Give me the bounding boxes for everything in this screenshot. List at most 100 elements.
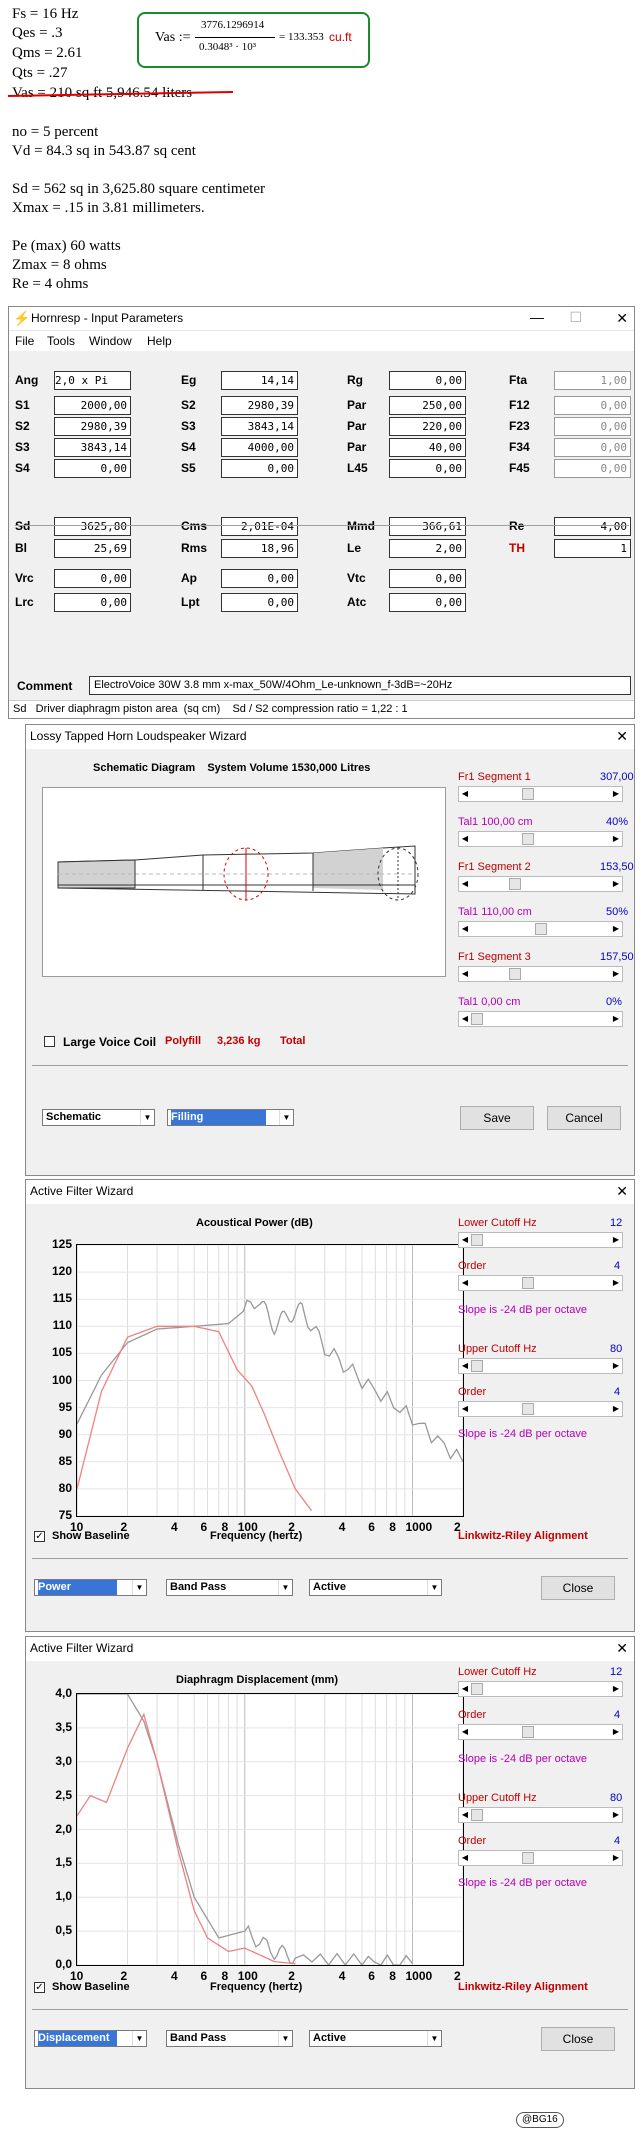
- param-field-atc[interactable]: 0,00: [389, 593, 466, 612]
- menu-file[interactable]: File: [15, 334, 34, 348]
- param-field-f34[interactable]: 0,00: [554, 438, 631, 457]
- param-field-l45[interactable]: 0,00: [389, 459, 466, 478]
- param-field-cms[interactable]: 2,01E-04: [221, 517, 298, 536]
- order-slider[interactable]: ◀ ▶: [458, 1401, 623, 1417]
- scroll-right-icon[interactable]: ▶: [610, 832, 622, 846]
- param-field-par[interactable]: 220,00: [389, 417, 466, 436]
- segment-slider[interactable]: ◀ ▶: [458, 786, 623, 802]
- band-select[interactable]: Band Pass ▼: [166, 2030, 293, 2047]
- scroll-thumb[interactable]: [471, 1683, 483, 1695]
- scroll-left-icon[interactable]: ◀: [459, 1276, 471, 1290]
- lower-cutoff-slider[interactable]: ◀ ▶: [458, 1681, 623, 1697]
- upper-cutoff-slider[interactable]: ◀ ▶: [458, 1807, 623, 1823]
- param-field-re[interactable]: 4,00: [554, 517, 631, 536]
- scroll-right-icon[interactable]: ▶: [610, 1808, 622, 1822]
- minimize-icon[interactable]: —: [530, 309, 544, 325]
- param-field-rg[interactable]: 0,00: [389, 371, 466, 390]
- scroll-right-icon[interactable]: ▶: [610, 1682, 622, 1696]
- scroll-right-icon[interactable]: ▶: [610, 877, 622, 891]
- close-button[interactable]: Close: [541, 2027, 615, 2051]
- maximize-icon[interactable]: ☐: [569, 309, 582, 326]
- scroll-thumb[interactable]: [521, 1277, 534, 1289]
- param-field-s4[interactable]: 4000,00: [221, 438, 298, 457]
- scroll-left-icon[interactable]: ◀: [459, 877, 471, 891]
- scroll-right-icon[interactable]: ▶: [610, 1725, 622, 1739]
- scroll-left-icon[interactable]: ◀: [459, 1808, 471, 1822]
- scroll-thumb[interactable]: [521, 1403, 534, 1415]
- scroll-left-icon[interactable]: ◀: [459, 787, 471, 801]
- param-field-lpt[interactable]: 0,00: [221, 593, 298, 612]
- param-field-par[interactable]: 250,00: [389, 396, 466, 415]
- scroll-right-icon[interactable]: ▶: [610, 1359, 622, 1373]
- close-icon[interactable]: ✕: [616, 1640, 628, 1657]
- param-field-rms[interactable]: 18,96: [221, 539, 298, 558]
- order-slider[interactable]: ◀ ▶: [458, 1850, 623, 1866]
- scroll-thumb[interactable]: [509, 878, 522, 890]
- param-field-le[interactable]: 2,00: [389, 539, 466, 558]
- scroll-thumb[interactable]: [521, 1726, 534, 1738]
- param-field-s1[interactable]: 2000,00: [54, 396, 131, 415]
- band-select[interactable]: Band Pass ▼: [166, 1579, 293, 1596]
- scroll-thumb[interactable]: [521, 1852, 534, 1864]
- param-field-s3[interactable]: 3843,14: [221, 417, 298, 436]
- scroll-right-icon[interactable]: ▶: [610, 1233, 622, 1247]
- scroll-left-icon[interactable]: ◀: [459, 1233, 471, 1247]
- scroll-left-icon[interactable]: ◀: [459, 1359, 471, 1373]
- segment-slider[interactable]: ◀ ▶: [458, 876, 623, 892]
- scroll-right-icon[interactable]: ▶: [610, 967, 622, 981]
- param-field-mmd[interactable]: 366,61: [389, 517, 466, 536]
- tal-slider[interactable]: ◀ ▶: [458, 1011, 623, 1027]
- param-field-lrc[interactable]: 0,00: [54, 593, 131, 612]
- close-icon[interactable]: ✕: [616, 1183, 628, 1200]
- param-field-s2[interactable]: 2980,39: [221, 396, 298, 415]
- scroll-right-icon[interactable]: ▶: [610, 787, 622, 801]
- scroll-thumb[interactable]: [534, 923, 547, 935]
- param-field-s5[interactable]: 0,00: [221, 459, 298, 478]
- param-field-f45[interactable]: 0,00: [554, 459, 631, 478]
- param-field-par[interactable]: 40,00: [389, 438, 466, 457]
- param-field-s2[interactable]: 2980,39: [54, 417, 131, 436]
- close-button[interactable]: Close: [541, 1576, 615, 1600]
- cancel-button[interactable]: Cancel: [547, 1106, 621, 1130]
- large-voice-coil-checkbox[interactable]: [44, 1036, 55, 1047]
- scroll-thumb[interactable]: [471, 1234, 483, 1246]
- scroll-left-icon[interactable]: ◀: [459, 922, 471, 936]
- view-select[interactable]: Schematic ▼: [42, 1109, 155, 1126]
- param-field-sd[interactable]: 3625,80: [54, 517, 131, 536]
- param-field-f12[interactable]: 0,00: [554, 396, 631, 415]
- scroll-right-icon[interactable]: ▶: [610, 922, 622, 936]
- param-field-fta[interactable]: 1,00: [554, 371, 631, 390]
- scroll-left-icon[interactable]: ◀: [459, 967, 471, 981]
- active-select[interactable]: Active ▼: [309, 2030, 442, 2047]
- comment-field[interactable]: ElectroVoice 30W 3.8 mm x-max_50W/4Ohm_L…: [89, 676, 631, 695]
- param-field-f23[interactable]: 0,00: [554, 417, 631, 436]
- tal-slider[interactable]: ◀ ▶: [458, 921, 623, 937]
- scroll-thumb[interactable]: [521, 788, 534, 800]
- close-icon[interactable]: ✕: [616, 728, 628, 745]
- scroll-right-icon[interactable]: ▶: [610, 1402, 622, 1416]
- lower-cutoff-slider[interactable]: ◀ ▶: [458, 1232, 623, 1248]
- scroll-left-icon[interactable]: ◀: [459, 1402, 471, 1416]
- param-field-s3[interactable]: 3843,14: [54, 438, 131, 457]
- scroll-right-icon[interactable]: ▶: [610, 1851, 622, 1865]
- scroll-right-icon[interactable]: ▶: [610, 1276, 622, 1290]
- show-baseline-checkbox[interactable]: ✓: [34, 1531, 45, 1542]
- scroll-thumb[interactable]: [509, 968, 522, 980]
- param-field-eg[interactable]: 14,14: [221, 371, 298, 390]
- segment-slider[interactable]: ◀ ▶: [458, 966, 623, 982]
- scroll-thumb[interactable]: [471, 1360, 483, 1372]
- param-field-s4[interactable]: 0,00: [54, 459, 131, 478]
- large-voice-coil-label[interactable]: Large Voice Coil: [63, 1035, 156, 1049]
- scroll-thumb[interactable]: [471, 1013, 483, 1025]
- order-slider[interactable]: ◀ ▶: [458, 1275, 623, 1291]
- show-baseline-checkbox[interactable]: ✓: [34, 1982, 45, 1993]
- fill-select[interactable]: Filling ▼: [167, 1109, 294, 1126]
- scroll-left-icon[interactable]: ◀: [459, 1682, 471, 1696]
- active-select[interactable]: Active ▼: [309, 1579, 442, 1596]
- mode-select[interactable]: Power ▼: [34, 1579, 147, 1596]
- param-field-vtc[interactable]: 0,00: [389, 569, 466, 588]
- scroll-left-icon[interactable]: ◀: [459, 1851, 471, 1865]
- param-field-vrc[interactable]: 0,00: [54, 569, 131, 588]
- upper-cutoff-slider[interactable]: ◀ ▶: [458, 1358, 623, 1374]
- menu-help[interactable]: Help: [147, 334, 172, 348]
